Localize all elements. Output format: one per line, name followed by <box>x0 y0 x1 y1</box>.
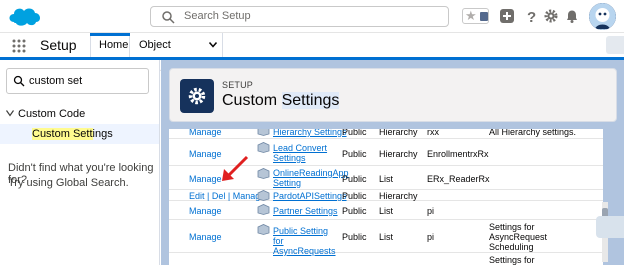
manage-link[interactable]: Manage <box>189 129 222 137</box>
global-search-box[interactable]: Search Setup <box>150 6 449 27</box>
tab-home-label: Home <box>99 39 129 51</box>
type-cell: Hierarchy <box>379 129 418 137</box>
namespace-cell: pi <box>427 232 435 242</box>
sidebar-item-label: Custom Settings <box>32 128 113 140</box>
table-row: Settings for <box>169 253 603 265</box>
chevron-down-icon[interactable] <box>6 110 14 117</box>
package-icon <box>257 224 270 235</box>
add-icon[interactable] <box>499 8 515 24</box>
tab-home[interactable]: Home <box>90 33 130 57</box>
table-row: Manage Partner Settings Public List pi <box>169 201 603 220</box>
table-row: Manage Hierarchy Settings Public Hierarc… <box>169 129 603 139</box>
global-search-hint: Try using Global Search. <box>8 177 129 189</box>
quick-find-value: custom set <box>29 75 83 87</box>
page-eyebrow: SETUP <box>222 80 254 90</box>
manage-link[interactable]: Manage <box>189 149 222 159</box>
page-header: SETUP Custom Settings <box>169 68 617 122</box>
namespace-cell: pi <box>427 206 435 216</box>
gear-icon <box>188 87 206 105</box>
tree-node-custom-code[interactable]: Custom Code <box>0 104 159 124</box>
search-icon <box>162 11 175 24</box>
red-arrow-annotation <box>222 155 249 181</box>
manage-link[interactable]: Manage <box>189 232 222 242</box>
title-prefix: Custom <box>222 92 282 109</box>
namespace-cell: ERx_ReaderRx <box>427 174 490 184</box>
app-launcher-icon[interactable] <box>12 39 26 53</box>
type-cell: List <box>379 232 394 242</box>
visibility-cell: Public <box>342 149 367 159</box>
package-icon <box>257 142 270 153</box>
setting-link[interactable]: Public Setting for AsyncRequests <box>273 226 336 256</box>
salesforce-logo[interactable] <box>6 4 44 29</box>
search-highlight: Custom Sett <box>32 128 93 140</box>
setup-sidebar: custom set Custom Code Custom Settings D… <box>0 60 160 265</box>
global-header: Search Setup ★ ? <box>0 0 624 33</box>
custom-settings-table: Manage Hierarchy Settings Public Hierarc… <box>169 129 603 265</box>
help-icon[interactable]: ? <box>523 8 539 24</box>
type-cell: List <box>379 174 394 184</box>
description-cell: All Hierarchy settings. <box>489 129 577 137</box>
sidebar-item-custom-settings[interactable]: Custom Settings <box>0 124 159 144</box>
package-icon <box>257 168 270 179</box>
tree-node-label: Custom Code <box>18 108 86 120</box>
type-cell: List <box>379 206 394 216</box>
search-placeholder: Search Setup <box>184 10 251 22</box>
svg-text:?: ? <box>527 9 536 24</box>
table-row: Manage Public Setting for AsyncRequests … <box>169 220 603 256</box>
manage-link[interactable]: Manage <box>189 206 222 216</box>
package-icon <box>257 129 270 136</box>
visibility-cell: Public <box>342 174 367 184</box>
tab-object-manager[interactable]: Object Manager <box>131 33 223 75</box>
table-row: Edit | Del | Manage PardotAPISettings Pu… <box>169 190 603 201</box>
gear-icon[interactable] <box>543 8 559 24</box>
setting-link[interactable]: OnlineReadingApp Setting <box>273 168 349 188</box>
visibility-cell: Public <box>342 206 367 216</box>
namespace-cell: rxx <box>427 129 439 137</box>
label-suffix: ings <box>92 128 113 140</box>
description-cell: Settings for AsyncRequest Scheduling <box>489 222 548 252</box>
setting-link[interactable]: Partner Settings <box>273 206 338 216</box>
description-cell: Settings for <box>489 255 535 265</box>
avatar[interactable] <box>589 3 616 30</box>
utility-side-tab[interactable] <box>596 216 624 238</box>
type-cell: Hierarchy <box>379 191 418 201</box>
chevron-down-icon[interactable] <box>209 42 217 48</box>
type-cell: Hierarchy <box>379 149 418 159</box>
manage-link[interactable]: Manage <box>189 174 222 184</box>
setup-gear-icon <box>180 79 214 113</box>
search-highlight: Settings <box>281 92 340 109</box>
quick-find-input[interactable]: custom set <box>6 68 149 94</box>
bell-icon[interactable] <box>564 8 580 24</box>
namespace-cell: EnrollmentrxRx <box>427 149 489 159</box>
package-icon <box>257 190 270 201</box>
setting-link[interactable]: Lead Convert Settings <box>273 143 338 163</box>
app-name: Setup <box>40 37 77 53</box>
page-title: Custom Settings <box>222 92 340 110</box>
favorites-dropdown-icon[interactable] <box>480 12 488 21</box>
setting-link[interactable]: Hierarchy Settings <box>273 129 347 137</box>
visibility-cell: Public <box>342 129 367 137</box>
utility-edge-tab[interactable] <box>606 36 624 54</box>
search-icon <box>13 75 25 87</box>
visibility-cell: Public <box>342 191 367 201</box>
row-actions[interactable]: Edit | Del | Manage <box>189 191 265 201</box>
app-nav-bar: Setup Home Object Manager <box>0 33 624 75</box>
favorites-button[interactable]: ★ <box>462 8 489 24</box>
visibility-cell: Public <box>342 232 367 242</box>
setting-link[interactable]: PardotAPISettings <box>273 191 347 201</box>
package-icon <box>257 204 270 215</box>
star-icon: ★ <box>465 8 477 23</box>
